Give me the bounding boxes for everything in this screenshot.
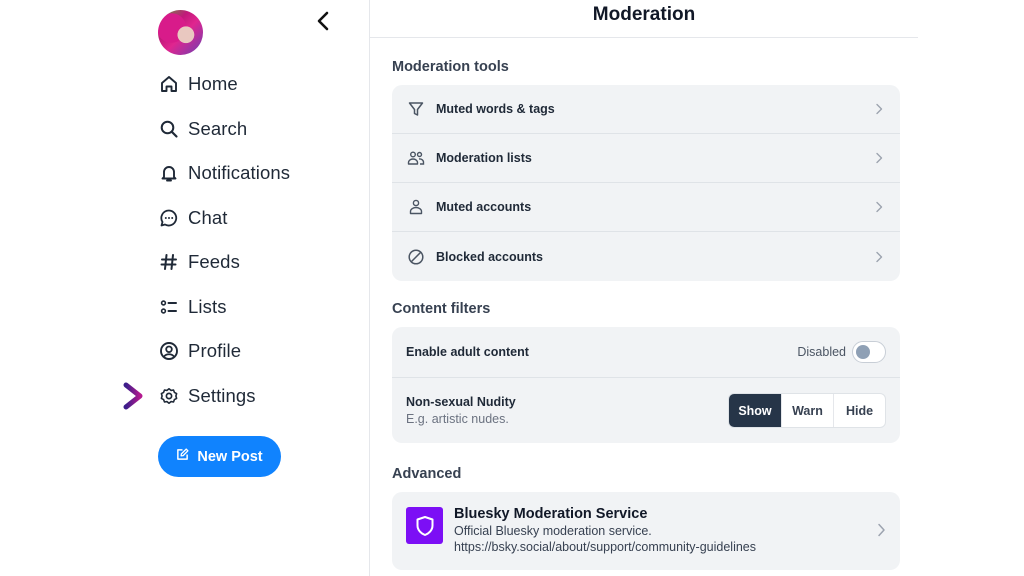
nav-item-notifications[interactable]: Notifications [158,151,290,196]
main-nav: Home Search Notifications Chat Feeds Lis… [158,62,290,418]
chevron-right-icon [872,151,886,165]
app-root: Home Search Notifications Chat Feeds Lis… [0,0,1024,576]
search-icon [158,118,180,140]
option-hide[interactable]: Hide [833,394,885,427]
chevron-right-icon [872,102,886,116]
row-label: Muted words & tags [436,102,555,116]
nav-item-lists[interactable]: Lists [158,285,290,330]
gear-icon [158,385,180,407]
toggle-knob [856,345,870,359]
adult-content-toggle[interactable] [852,341,886,363]
nudity-label: Non-sexual Nudity [406,395,516,409]
chevron-right-icon [872,250,886,264]
moderation-tools-card: Muted words & tags Moderation lists Mute… [392,85,900,281]
moderation-lists-row[interactable]: Moderation lists [392,134,900,183]
main-content: Moderation Moderation tools Muted words … [370,0,918,576]
block-icon [406,247,426,267]
users-icon [406,148,426,168]
advanced-card: Bluesky Moderation Service Official Blue… [392,492,900,570]
avatar[interactable] [158,10,203,55]
page-header: Moderation [370,0,918,38]
nav-item-home[interactable]: Home [158,62,290,107]
bell-icon [158,162,180,184]
content-filters-title: Content filters [392,301,491,317]
nudity-description: E.g. artistic nudes. [406,412,509,426]
user-icon [406,197,426,217]
filter-icon [406,99,426,119]
nudity-row: Non-sexual Nudity E.g. artistic nudes. S… [392,378,900,443]
nav-label: Home [188,73,238,95]
page-title: Moderation [592,3,696,25]
user-circle-icon [158,340,180,362]
service-name: Bluesky Moderation Service [454,506,648,522]
service-text: Bluesky Moderation Service Official Blue… [454,506,877,555]
blocked-accounts-row[interactable]: Blocked accounts [392,232,900,281]
new-post-label: New Post [197,448,263,465]
moderation-tools-title: Moderation tools [392,59,509,75]
nav-item-feeds[interactable]: Feeds [158,240,290,285]
nav-item-chat[interactable]: Chat [158,196,290,241]
nav-label: Settings [188,384,256,406]
nudity-segmented-control: Show Warn Hide [728,393,886,428]
row-label: Moderation lists [436,151,532,165]
service-url[interactable]: https://bsky.social/about/support/commun… [454,539,877,555]
service-description: Official Bluesky moderation service. [454,524,652,538]
nav-label: Notifications [188,162,291,184]
nav-label: Profile [188,340,242,362]
advanced-title: Advanced [392,466,462,482]
nudity-text: Non-sexual Nudity E.g. artistic nudes. [406,395,728,426]
chevron-right-icon [872,200,886,214]
nav-label: Search [188,117,248,139]
list-icon [158,296,180,318]
row-label: Blocked accounts [436,249,543,264]
annotation-arrow-icon [81,382,146,410]
nav-label: Chat [188,206,228,228]
chat-bubble-icon [158,207,180,229]
row-label: Muted accounts [436,200,532,214]
shield-icon [406,507,443,544]
hashtag-icon [158,251,180,273]
muted-words-row[interactable]: Muted words & tags [392,85,900,134]
nav-item-settings[interactable]: Settings [158,374,290,419]
muted-accounts-row[interactable]: Muted accounts [392,183,900,232]
new-post-button[interactable]: New Post [158,436,281,477]
sidebar: Home Search Notifications Chat Feeds Lis… [0,0,370,576]
adult-content-label: Enable adult content [406,345,529,359]
option-show[interactable]: Show [729,394,781,427]
content-filters-card: Enable adult content Disabled Non-sexual… [392,327,900,443]
nav-label: Lists [188,295,227,317]
option-warn[interactable]: Warn [781,394,833,427]
edit-icon [176,448,189,465]
adult-content-row: Enable adult content Disabled [392,327,900,378]
back-button[interactable] [312,10,334,36]
moderation-service-row[interactable]: Bluesky Moderation Service Official Blue… [392,492,900,570]
adult-content-state: Disabled [797,345,846,359]
chevron-left-icon [316,11,330,36]
nav-item-search[interactable]: Search [158,107,290,152]
nav-item-profile[interactable]: Profile [158,329,290,374]
home-icon [158,73,180,95]
nav-label: Feeds [188,251,240,273]
chevron-right-icon [877,523,886,542]
